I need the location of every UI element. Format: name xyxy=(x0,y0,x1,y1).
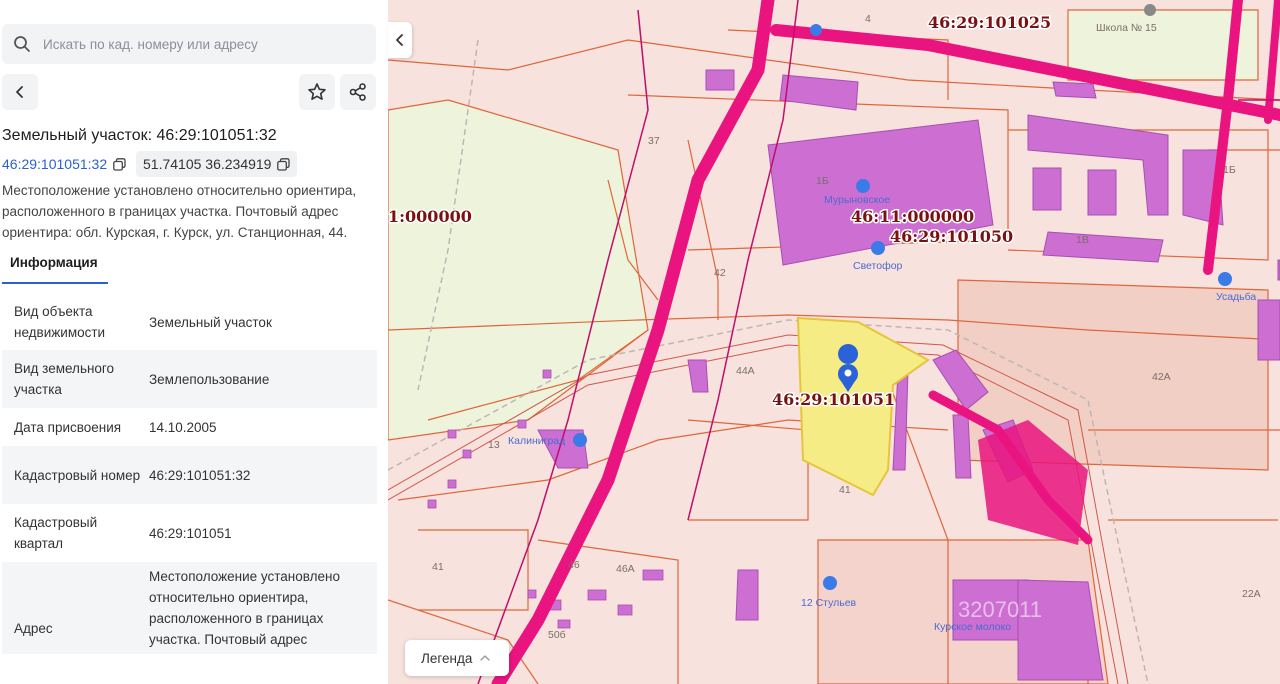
search-icon xyxy=(14,36,30,52)
house-number: 22А xyxy=(1242,588,1261,600)
poi-kaliningrad: Калиниград xyxy=(508,435,565,447)
cadastral-number-chip[interactable]: 46:29:101051:32 xyxy=(2,151,126,177)
school-label: Школа № 15 xyxy=(1096,22,1157,34)
table-row: Вид земельного участка Землепользование xyxy=(2,350,377,408)
row-label: Кадастровый номер xyxy=(14,467,141,483)
house-number: 42А xyxy=(1152,371,1171,383)
info-panel: Земельный участок: 46:29:101051:32 46:29… xyxy=(0,0,388,684)
poi-murynovskoe: Мурыновское xyxy=(824,194,890,206)
copy-icon[interactable] xyxy=(277,157,291,171)
label-q101050: 46:29:101050 xyxy=(890,227,1013,246)
shop-icon xyxy=(856,179,870,193)
favorite-button[interactable] xyxy=(299,74,335,110)
table-row: Вид объекта недвижимости Земельный участ… xyxy=(2,294,377,350)
location-description: Местоположение установлено относительно … xyxy=(2,183,357,240)
row-label: Вид земельного участка xyxy=(14,361,115,397)
collapse-panel-button[interactable] xyxy=(388,22,412,58)
house-number: 42 xyxy=(714,267,726,279)
label-q000000-left: 1:000000 xyxy=(388,207,472,226)
poi-usadba: Усадьба xyxy=(1216,291,1256,303)
star-icon xyxy=(308,83,326,101)
table-row: Кадастровый квартал 46:29:101051 xyxy=(2,504,377,562)
cadastral-number: 46:29:101051:32 xyxy=(2,156,108,172)
house-number: 13 xyxy=(488,439,500,451)
house-number: 44А xyxy=(736,365,755,377)
school-icon xyxy=(1144,4,1156,16)
house-number: 46 xyxy=(568,559,580,571)
house-number: 4 xyxy=(865,13,871,25)
coordinates-chip[interactable]: 51.74105 36.234919 xyxy=(136,151,298,177)
shop-icon xyxy=(823,576,837,590)
row-value: 14.10.2005 xyxy=(149,419,217,435)
row-value: Землепользование xyxy=(149,371,270,387)
back-button[interactable] xyxy=(2,74,38,110)
row-label: Кадастровый квартал xyxy=(14,515,98,551)
copy-icon[interactable] xyxy=(113,157,126,171)
tab-info[interactable]: Информация xyxy=(10,255,98,270)
house-number: 50б xyxy=(548,629,566,641)
row-value: 46:29:101051:32 xyxy=(149,467,251,483)
chevron-left-icon xyxy=(16,86,23,98)
table-row: Кадастровый номер 46:29:101051:32 xyxy=(2,446,377,504)
watermark: 3207011 xyxy=(958,597,1042,622)
shop-icon xyxy=(1218,272,1232,286)
shop-icon xyxy=(573,433,587,447)
table-row: Адрес Местоположение установлено относит… xyxy=(2,562,377,654)
house-number: 1Б xyxy=(1223,164,1236,176)
row-label: Вид объекта недвижимости xyxy=(14,304,106,340)
chevron-left-icon xyxy=(396,34,403,46)
row-value: Местоположение установлено относительно … xyxy=(149,569,340,647)
house-number: 37 xyxy=(648,135,660,147)
chevron-up-icon xyxy=(480,655,491,661)
search-bar[interactable] xyxy=(2,24,376,64)
house-number: 46А xyxy=(616,563,635,575)
shop-icon xyxy=(871,241,885,255)
bus-stop-icon xyxy=(810,24,822,36)
search-input[interactable] xyxy=(41,35,345,53)
cadastral-map[interactable]: 46:29:101025 1:000000 46:11:000000 46:29… xyxy=(388,0,1280,684)
poi-svetofor: Светофор xyxy=(853,260,903,272)
row-value: Земельный участок xyxy=(149,314,272,330)
row-label: Адрес xyxy=(14,620,53,636)
tab-active-indicator xyxy=(2,282,108,284)
house-number: 1В xyxy=(1076,234,1089,246)
row-label: Дата присвоения xyxy=(14,419,122,435)
map-canvas[interactable]: 46:29:101025 1:000000 46:11:000000 46:29… xyxy=(388,0,1280,684)
house-number: 41 xyxy=(839,484,851,496)
share-button[interactable] xyxy=(340,74,376,110)
coordinates: 51.74105 36.234919 xyxy=(143,156,272,172)
house-number: 41 xyxy=(432,561,444,573)
row-value: 46:29:101051 xyxy=(149,525,232,541)
house-number: 1Б xyxy=(816,175,829,187)
table-row: Дата присвоения 14.10.2005 xyxy=(2,408,377,446)
page-title: Земельный участок: 46:29:101051:32 xyxy=(2,127,277,144)
legend-label: Легенда xyxy=(421,650,473,666)
label-q101051: 46:29:101051 xyxy=(772,390,895,409)
poi-12-chairs: 12 Стульев xyxy=(801,597,857,609)
legend-button[interactable]: Легенда xyxy=(405,640,509,676)
share-icon xyxy=(349,83,366,101)
info-table: Вид объекта недвижимости Земельный участ… xyxy=(2,294,377,654)
label-q101025: 46:29:101025 xyxy=(928,13,1051,32)
label-q000000: 46:11:000000 xyxy=(851,207,974,226)
poi-milk: Курское молоко xyxy=(934,621,1011,633)
